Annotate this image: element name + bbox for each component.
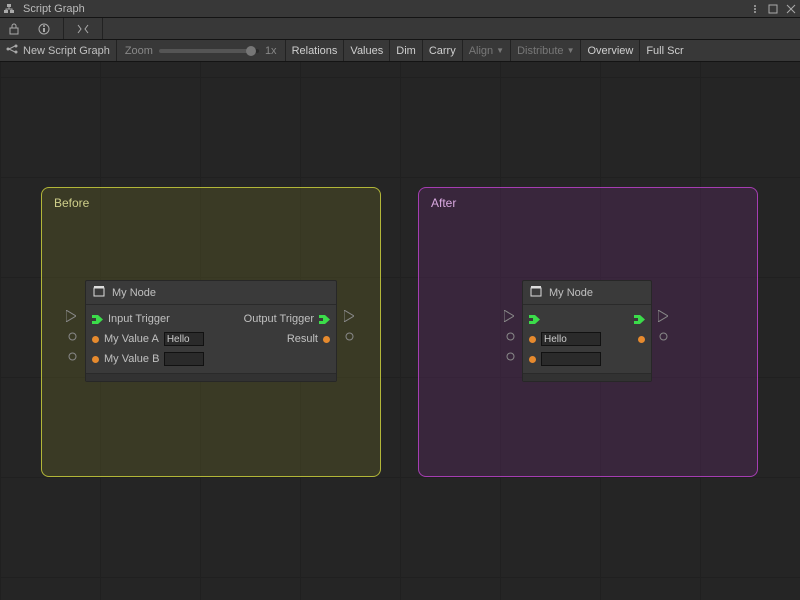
group-title: Before bbox=[54, 196, 370, 210]
flow-in-arrow-icon bbox=[92, 315, 103, 324]
flow-out-arrow-icon bbox=[634, 315, 645, 324]
node-before[interactable]: My Node Input Trigger Output Trigger My … bbox=[85, 280, 337, 382]
ext-value-out-icon[interactable] bbox=[659, 332, 668, 341]
ext-flow-out-icon[interactable] bbox=[344, 310, 354, 322]
ext-value-in-icon[interactable] bbox=[68, 332, 77, 341]
hierarchy-icon bbox=[3, 3, 15, 15]
value-a-input[interactable] bbox=[164, 332, 204, 346]
value-a-label: My Value A bbox=[104, 333, 159, 345]
graph-icon bbox=[6, 43, 18, 58]
carry-button[interactable]: Carry bbox=[423, 40, 463, 61]
input-trigger-label: Input Trigger bbox=[108, 313, 170, 325]
info-icon[interactable] bbox=[33, 20, 55, 38]
node-after[interactable]: My Node bbox=[522, 280, 652, 382]
group-title: After bbox=[431, 196, 747, 210]
icon-bar bbox=[0, 18, 800, 40]
zoom-value: 1x bbox=[265, 45, 277, 57]
align-button[interactable]: Align▼ bbox=[463, 40, 511, 61]
ext-flow-in-icon[interactable] bbox=[504, 310, 514, 322]
dim-button[interactable]: Dim bbox=[390, 40, 423, 61]
more-icon[interactable] bbox=[749, 3, 761, 15]
value-port-icon bbox=[323, 336, 330, 343]
ext-flow-out-icon[interactable] bbox=[658, 310, 668, 322]
lock-icon[interactable] bbox=[3, 20, 25, 38]
window-title: Script Graph bbox=[19, 2, 89, 16]
tool-bar: New Script Graph Zoom 1x Relations Value… bbox=[0, 40, 800, 62]
title-bar: Script Graph bbox=[0, 0, 800, 18]
node-title: My Node bbox=[112, 287, 156, 299]
relations-button[interactable]: Relations bbox=[286, 40, 345, 61]
output-trigger-label: Output Trigger bbox=[244, 313, 314, 325]
maximize-icon[interactable] bbox=[767, 3, 779, 15]
ext-flow-in-icon[interactable] bbox=[66, 310, 76, 322]
value-b-input[interactable] bbox=[541, 352, 601, 366]
node-title: My Node bbox=[549, 287, 593, 299]
value-port-icon bbox=[638, 336, 645, 343]
flow-in-arrow-icon bbox=[529, 315, 540, 324]
breadcrumb-label: New Script Graph bbox=[23, 45, 110, 57]
ext-value-out-icon[interactable] bbox=[345, 332, 354, 341]
overview-button[interactable]: Overview bbox=[581, 40, 640, 61]
distribute-button[interactable]: Distribute▼ bbox=[511, 40, 581, 61]
value-b-label: My Value B bbox=[104, 353, 159, 365]
zoom-slider[interactable] bbox=[159, 49, 259, 53]
graph-canvas[interactable]: Before My Node Input Trigger Output Trig… bbox=[0, 62, 800, 600]
zoom-label: Zoom bbox=[125, 45, 153, 57]
ext-value-in-icon[interactable] bbox=[68, 352, 77, 361]
result-label: Result bbox=[287, 333, 318, 345]
value-b-input[interactable] bbox=[164, 352, 204, 366]
value-port-icon bbox=[529, 356, 536, 363]
breadcrumb[interactable]: New Script Graph bbox=[0, 40, 117, 61]
value-a-input[interactable] bbox=[541, 332, 601, 346]
close-icon[interactable] bbox=[785, 3, 797, 15]
value-port-icon bbox=[92, 356, 99, 363]
zoom-control: Zoom 1x bbox=[117, 40, 286, 61]
variables-icon[interactable] bbox=[72, 20, 94, 38]
event-icon bbox=[92, 284, 106, 301]
values-button[interactable]: Values bbox=[344, 40, 390, 61]
ext-value-in-icon[interactable] bbox=[506, 332, 515, 341]
ext-value-in-icon[interactable] bbox=[506, 352, 515, 361]
fullscreen-button[interactable]: Full Scr bbox=[640, 40, 689, 61]
value-port-icon bbox=[92, 336, 99, 343]
value-port-icon bbox=[529, 336, 536, 343]
flow-out-arrow-icon bbox=[319, 315, 330, 324]
event-icon bbox=[529, 284, 543, 301]
